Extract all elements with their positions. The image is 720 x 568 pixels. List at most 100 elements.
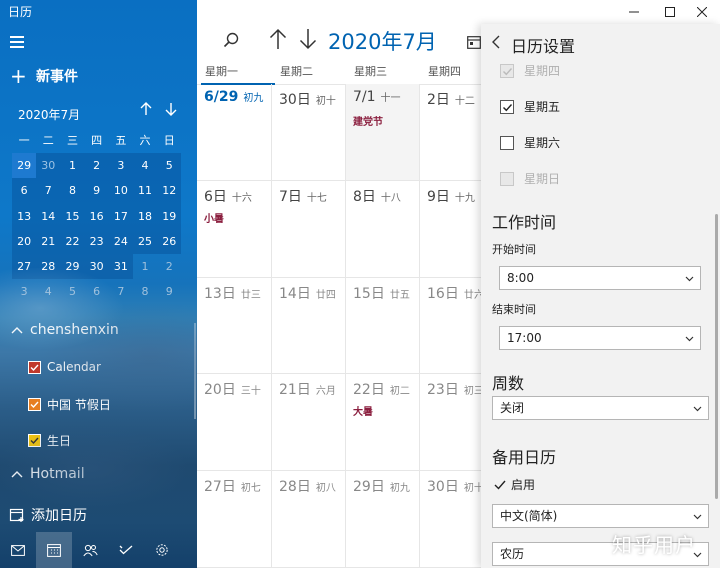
checkbox[interactable] [28,398,41,411]
day-cell[interactable]: 7日 十七 [272,180,346,278]
mini-day[interactable]: 6 [85,279,109,304]
day-number: 16日 [427,285,459,302]
mini-day[interactable]: 2 [157,254,181,279]
mini-day[interactable]: 29 [60,253,85,280]
workday-checkbox[interactable]: 星期六 [500,134,560,151]
day-cell[interactable]: 28日 初八 [272,471,346,568]
calendar-icon[interactable] [36,532,72,568]
maximize-button[interactable] [652,0,688,24]
mini-day[interactable]: 19 [157,203,182,229]
alt-calendar-language-select[interactable]: 中文(简体) [492,504,709,528]
mini-day[interactable]: 4 [132,153,158,179]
week-numbers-select[interactable]: 关闭 [492,396,709,420]
mini-day[interactable]: 9 [84,178,109,204]
day-cell[interactable]: 8日 十八 [346,180,420,278]
search-icon[interactable] [223,32,239,52]
calendar-item-china-holidays[interactable]: 中国 节假日 [28,396,111,413]
mini-day[interactable]: 8 [133,279,157,304]
mini-day[interactable]: 9 [157,279,181,304]
settings-scrollbar[interactable] [715,214,718,499]
checkbox[interactable] [500,135,514,150]
mini-day[interactable]: 10 [108,178,133,204]
mini-day[interactable]: 1 [60,153,85,179]
hamburger-menu-icon[interactable] [10,34,26,48]
sidebar-scrollbar[interactable] [194,323,196,419]
day-cell[interactable]: 21日 六月 [272,374,346,472]
alt-calendar-enable-checkbox[interactable]: 启用 [493,476,535,493]
mini-day[interactable]: 25 [132,228,158,254]
people-icon[interactable] [72,532,108,568]
start-time-select[interactable]: 8:00 [499,266,701,290]
day-cell[interactable]: 15日 廿五 [346,277,420,375]
day-cell[interactable]: 30日 初十 [272,84,346,181]
mini-day[interactable]: 5 [157,153,182,179]
mini-day[interactable]: 29 [12,153,37,179]
checkbox[interactable] [28,360,41,374]
mini-day[interactable]: 4 [36,279,60,304]
mini-day[interactable]: 30 [36,153,61,179]
day-cell[interactable]: 7/1 十一 建党节 [346,84,420,181]
day-cell[interactable]: 29日 初九 [346,471,420,568]
mini-day[interactable]: 8 [60,178,85,204]
mini-day[interactable]: 6 [12,178,37,204]
mini-day[interactable]: 20 [12,228,37,254]
day-cell[interactable]: 6/29 初九 [197,84,272,181]
back-arrow-icon[interactable] [491,34,501,53]
mini-day[interactable]: 21 [36,228,61,254]
mail-icon[interactable] [0,532,36,568]
mini-day[interactable]: 7 [36,178,61,204]
mini-day[interactable]: 2 [84,153,109,179]
previous-month-arrow-up-icon[interactable] [269,28,287,54]
mini-day[interactable]: 3 [108,153,133,179]
mini-day[interactable]: 30 [84,253,109,280]
mini-day[interactable]: 28 [36,253,61,280]
mini-day[interactable]: 3 [12,279,36,304]
calendar-item-birthdays[interactable]: 生日 [28,432,71,449]
mini-day[interactable]: 24 [108,228,133,254]
mini-prev-month-arrow-up-icon[interactable] [140,102,152,120]
day-cell[interactable]: 6日 十六 小暑 [197,180,272,278]
mini-day[interactable]: 12 [157,178,182,204]
close-button[interactable] [684,0,720,24]
mini-day[interactable]: 26 [157,228,182,254]
mini-day[interactable]: 11 [132,178,158,204]
checkbox[interactable] [28,434,41,447]
workday-checkbox[interactable]: 星期五 [500,98,560,115]
mini-next-month-arrow-down-icon[interactable] [165,102,177,120]
next-month-arrow-down-icon[interactable] [299,28,317,54]
day-cell[interactable]: 14日 廿四 [272,277,346,375]
mini-day[interactable]: 16 [84,203,109,229]
mini-day[interactable]: 15 [60,203,85,229]
account-hotmail[interactable]: Hotmail [10,466,85,482]
mini-day[interactable]: 5 [60,279,84,304]
calendar-item-calendar[interactable]: Calendar [28,360,101,374]
minimize-button[interactable] [616,0,652,24]
checkbox[interactable] [500,99,514,114]
mini-day[interactable]: 22 [60,228,85,254]
mini-day[interactable]: 7 [109,279,133,304]
day-cell[interactable]: 22日 初二 大暑 [346,374,420,472]
mini-day[interactable]: 31 [108,253,133,280]
month-title[interactable]: 2020年7月 [328,26,437,56]
today-calendar-icon[interactable] [467,34,481,53]
mini-day[interactable]: 1 [133,254,157,279]
account-chenshenxin[interactable]: chenshenxin [10,322,119,338]
todo-icon[interactable] [108,532,144,568]
mini-day[interactable]: 14 [36,203,61,229]
add-calendar-button[interactable]: 添加日历 [9,505,87,525]
end-time-select[interactable]: 17:00 [499,326,701,350]
mini-calendar-title[interactable]: 2020年7月 [18,106,80,123]
workday-label: 星期五 [524,100,561,114]
mini-day[interactable]: 23 [84,228,109,254]
calendar-item-label: Calendar [47,360,101,374]
day-cell[interactable]: 13日 廿三 [197,277,272,375]
new-event-button[interactable]: + 新事件 [10,66,78,86]
settings-icon[interactable] [144,532,180,568]
mini-day[interactable]: 13 [12,203,37,229]
mini-day[interactable]: 17 [108,203,133,229]
mini-day[interactable]: 18 [132,203,158,229]
mini-day[interactable]: 27 [12,253,37,280]
day-cell[interactable]: 27日 初七 [197,471,272,568]
day-cell[interactable]: 20日 三十 [197,374,272,472]
day-number: 15日 [353,285,385,302]
